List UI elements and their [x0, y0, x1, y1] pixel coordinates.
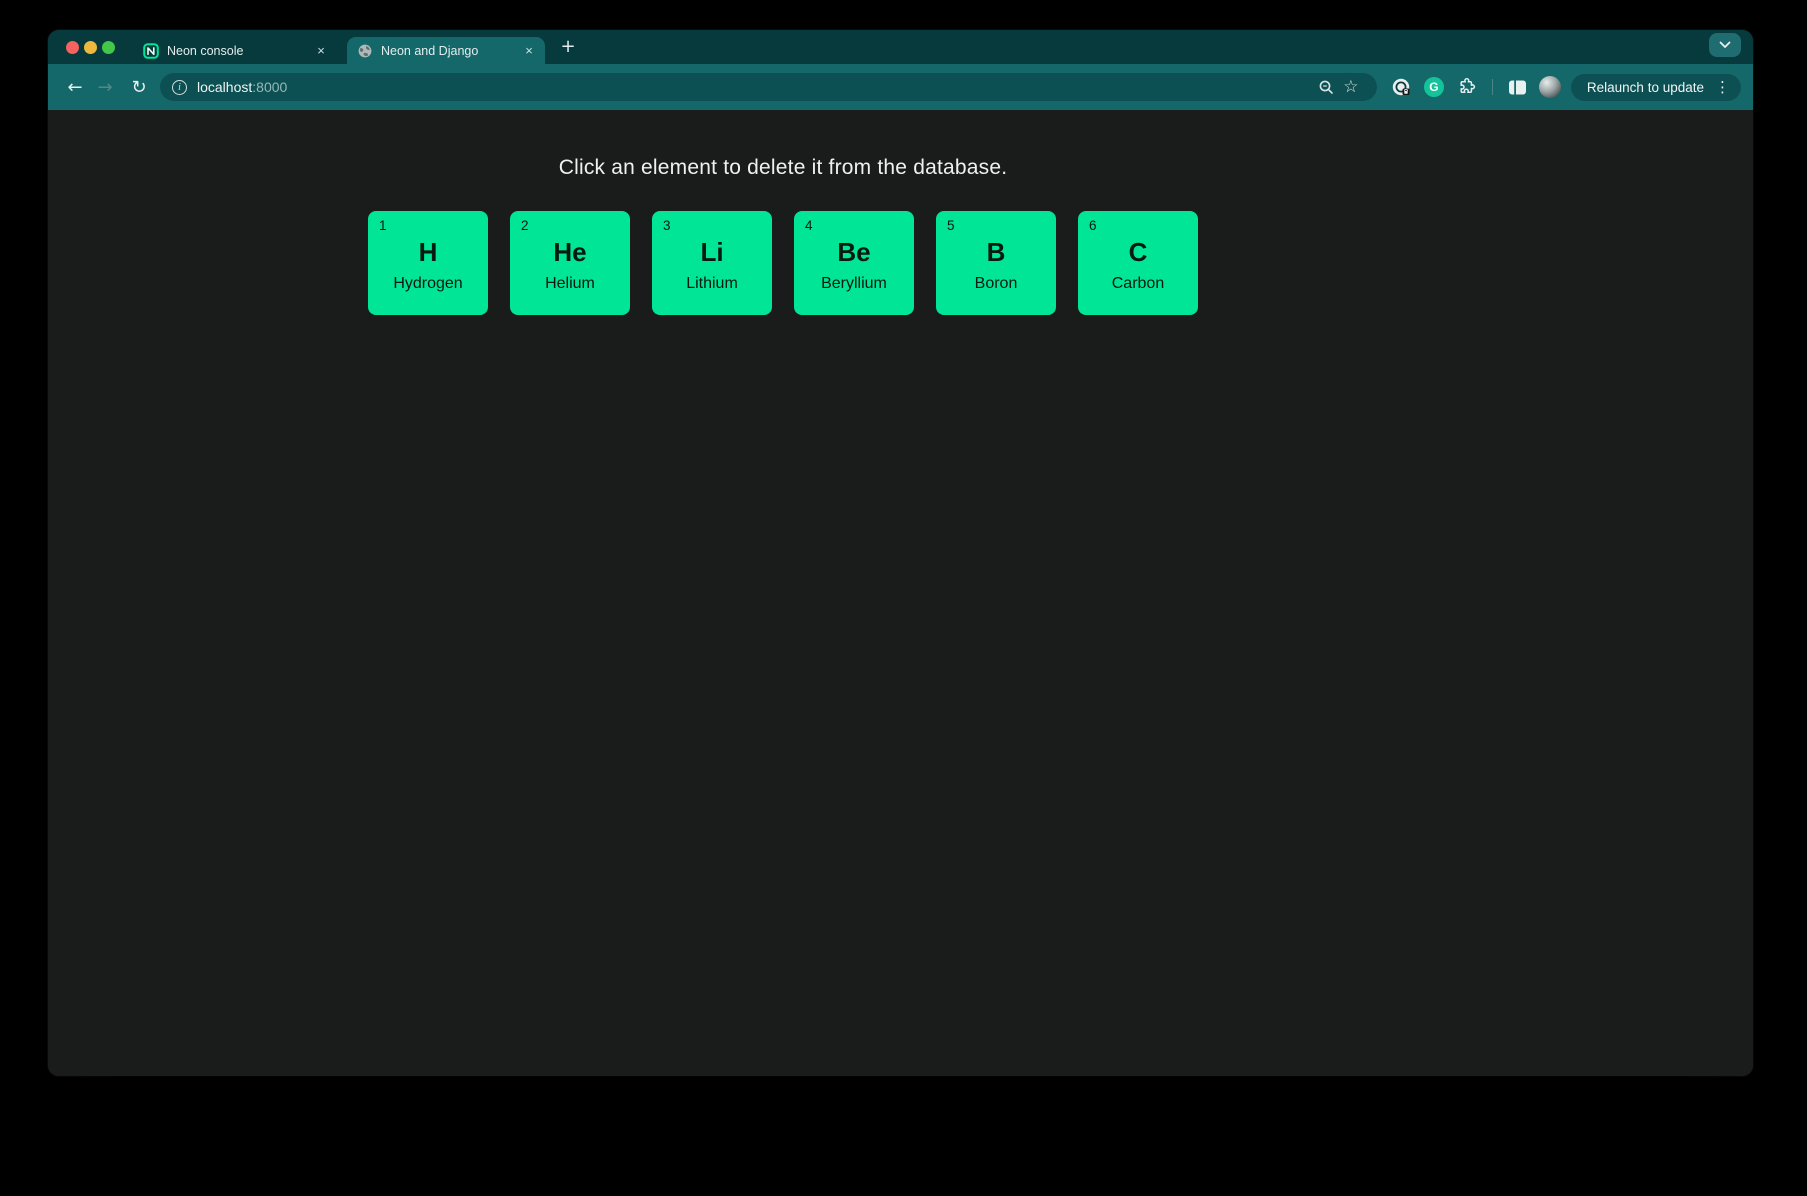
- profile-avatar[interactable]: [1539, 76, 1561, 98]
- url-text: localhost:8000: [197, 79, 287, 95]
- tab-strip: Neon console × Neon and Django × +: [48, 30, 1753, 64]
- onepassword-icon[interactable]: [1389, 75, 1413, 99]
- tab-title: Neon console: [167, 44, 305, 58]
- element-symbol: H: [368, 239, 488, 265]
- browser-toolbar: ← → ↻ i localhost:8000 ☆: [48, 64, 1753, 110]
- globe-icon: [357, 43, 373, 59]
- bookmark-star-icon[interactable]: ☆: [1339, 75, 1363, 99]
- tab-title: Neon and Django: [381, 44, 513, 58]
- grammarly-icon[interactable]: G: [1422, 75, 1446, 99]
- close-window-button[interactable]: [66, 41, 79, 54]
- toolbar-separator: [1492, 79, 1493, 95]
- screenshot-stage: Neon console × Neon and Django × +: [0, 0, 1807, 1196]
- element-name: Carbon: [1078, 274, 1198, 293]
- extensions-puzzle-icon[interactable]: [1455, 75, 1479, 99]
- element-name: Hydrogen: [368, 274, 488, 293]
- url-host: localhost: [197, 79, 252, 95]
- neon-logo-icon: [143, 43, 159, 59]
- element-card-helium[interactable]: 2 He Helium: [510, 211, 630, 315]
- element-symbol: C: [1078, 239, 1198, 265]
- web-page: Click an element to delete it from the d…: [48, 110, 1753, 1076]
- element-name: Helium: [510, 274, 630, 293]
- traffic-lights: [48, 30, 115, 64]
- browser-window: Neon console × Neon and Django × +: [48, 30, 1753, 1076]
- tab-neon-console[interactable]: Neon console ×: [133, 37, 337, 64]
- side-panel-icon[interactable]: [1506, 75, 1530, 99]
- relaunch-label: Relaunch to update: [1587, 80, 1704, 95]
- atomic-number: 4: [805, 218, 813, 233]
- extensions-cluster: G: [1389, 75, 1561, 99]
- site-info-icon[interactable]: i: [172, 80, 187, 95]
- relaunch-to-update-button[interactable]: Relaunch to update ⋮: [1571, 74, 1741, 101]
- element-symbol: He: [510, 239, 630, 265]
- element-card-boron[interactable]: 5 B Boron: [936, 211, 1056, 315]
- tab-search-button[interactable]: [1709, 33, 1741, 57]
- minimize-window-button[interactable]: [84, 41, 97, 54]
- element-name: Beryllium: [794, 274, 914, 293]
- reload-button[interactable]: ↻: [124, 72, 154, 102]
- element-name: Boron: [936, 274, 1056, 293]
- forward-button[interactable]: →: [90, 72, 120, 102]
- atomic-number: 2: [521, 218, 529, 233]
- element-symbol: Li: [652, 239, 772, 265]
- element-card-carbon[interactable]: 6 C Carbon: [1078, 211, 1198, 315]
- element-card-lithium[interactable]: 3 Li Lithium: [652, 211, 772, 315]
- tab-close-button[interactable]: ×: [521, 43, 537, 59]
- zoom-level-icon[interactable]: [1315, 75, 1339, 99]
- element-symbol: Be: [794, 239, 914, 265]
- page-content: Click an element to delete it from the d…: [48, 156, 1518, 315]
- element-card-beryllium[interactable]: 4 Be Beryllium: [794, 211, 914, 315]
- atomic-number: 1: [379, 218, 387, 233]
- atomic-number: 3: [663, 218, 671, 233]
- atomic-number: 5: [947, 218, 955, 233]
- element-symbol: B: [936, 239, 1056, 265]
- browser-menu-kebab-icon[interactable]: ⋮: [1713, 80, 1732, 95]
- new-tab-button[interactable]: +: [555, 35, 581, 61]
- chevron-down-icon: [1719, 36, 1731, 54]
- url-port: :8000: [252, 79, 287, 95]
- element-cards-row: 1 H Hydrogen 2 He Helium 3 Li Lithium: [48, 211, 1518, 315]
- grammarly-letter: G: [1424, 77, 1444, 97]
- tab-neon-and-django[interactable]: Neon and Django ×: [347, 37, 545, 64]
- back-button[interactable]: ←: [60, 72, 90, 102]
- zoom-window-button[interactable]: [102, 41, 115, 54]
- tab-close-button[interactable]: ×: [313, 43, 329, 59]
- element-card-hydrogen[interactable]: 1 H Hydrogen: [368, 211, 488, 315]
- atomic-number: 6: [1089, 218, 1097, 233]
- url-address-bar[interactable]: i localhost:8000 ☆: [160, 73, 1377, 101]
- element-name: Lithium: [652, 274, 772, 293]
- page-title: Click an element to delete it from the d…: [48, 156, 1518, 180]
